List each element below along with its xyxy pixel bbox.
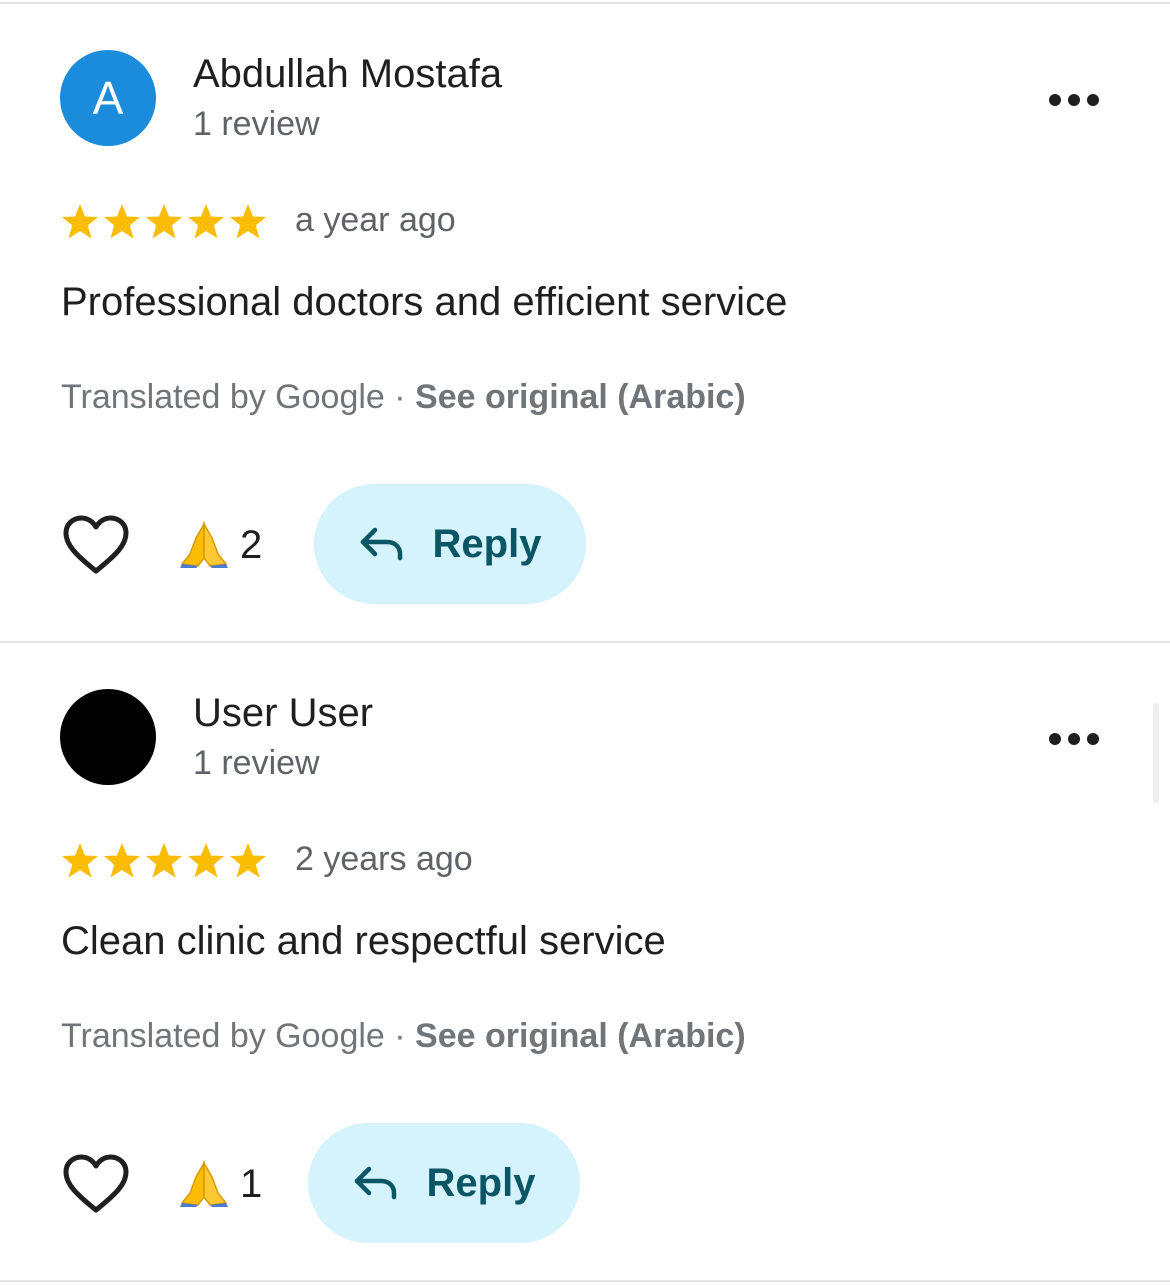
reply-label: Reply	[426, 1160, 536, 1205]
star-icon	[62, 204, 98, 239]
review-text: Clean clinic and respectful service	[61, 919, 666, 963]
star-icon	[146, 843, 182, 878]
reply-arrow-icon	[354, 1166, 396, 1200]
star-icon	[230, 204, 266, 239]
star-rating	[60, 198, 268, 246]
reaction-summary[interactable]: 1	[178, 1159, 262, 1209]
more-options-button[interactable]	[1038, 717, 1110, 761]
heart-outline-icon	[63, 1154, 129, 1213]
review-card: A Abdullah Mostafa 1 review a year ago P…	[0, 0, 1170, 636]
review-count: 1 review	[193, 744, 320, 782]
like-button[interactable]	[62, 514, 130, 576]
translated-by-label: Translated by Google ·	[61, 1017, 416, 1055]
reply-label: Reply	[432, 521, 542, 566]
star-rating	[60, 837, 268, 885]
reply-button[interactable]: Reply	[314, 484, 586, 604]
star-icon	[188, 204, 224, 239]
translation-note: Translated by Google · See original (Ara…	[61, 1017, 746, 1056]
reviewer-name[interactable]: Abdullah Mostafa	[193, 52, 502, 97]
reply-button[interactable]: Reply	[308, 1123, 580, 1243]
like-button[interactable]	[62, 1153, 130, 1215]
folded-hands-icon	[178, 518, 230, 573]
star-icon	[62, 843, 98, 878]
bottom-divider	[0, 1280, 1170, 1282]
review-time: 2 years ago	[295, 840, 473, 878]
review-time: a year ago	[295, 201, 456, 239]
heart-outline-icon	[63, 515, 129, 574]
avatar[interactable]: A	[60, 50, 156, 146]
reply-arrow-icon	[360, 527, 402, 561]
see-original-link[interactable]: See original (Arabic)	[415, 1017, 746, 1055]
more-options-button[interactable]	[1038, 78, 1110, 122]
star-icon	[230, 843, 266, 878]
avatar[interactable]	[60, 689, 156, 785]
star-icon	[104, 204, 140, 239]
reviewer-name[interactable]: User User	[193, 691, 373, 736]
star-icon	[104, 843, 140, 878]
translated-by-label: Translated by Google ·	[61, 378, 416, 416]
review-count: 1 review	[193, 105, 320, 143]
reaction-count: 2	[240, 522, 263, 567]
translation-note: Translated by Google · See original (Ara…	[61, 378, 746, 417]
review-text: Professional doctors and efficient servi…	[61, 280, 788, 324]
star-icon	[188, 843, 224, 878]
review-card: User User 1 review 2 years ago Clean cli…	[0, 639, 1170, 1275]
more-horiz-icon	[1049, 94, 1099, 106]
more-horiz-icon	[1049, 733, 1099, 745]
see-original-link[interactable]: See original (Arabic)	[415, 378, 746, 416]
reaction-summary[interactable]: 2	[178, 520, 262, 570]
star-icon	[146, 204, 182, 239]
reaction-count: 1	[240, 1161, 263, 1206]
scrollbar[interactable]	[1153, 703, 1159, 803]
folded-hands-icon	[178, 1157, 230, 1212]
